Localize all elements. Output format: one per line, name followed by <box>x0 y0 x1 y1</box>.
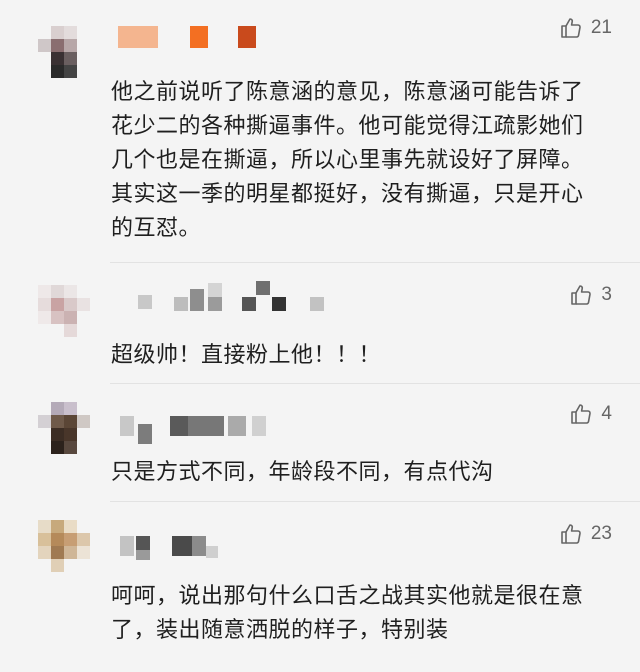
avatar[interactable] <box>38 520 90 572</box>
comment-text: 他之前说听了陈意涵的意见，陈意涵可能告诉了花少二的各种撕逼事件。他可能觉得江疏影… <box>111 80 584 241</box>
thumbs-up-icon <box>561 524 581 544</box>
like-count: 3 <box>601 284 612 305</box>
like-button[interactable]: 23 <box>559 522 612 546</box>
thumbs-up-icon <box>571 285 592 305</box>
like-count: 23 <box>590 523 612 544</box>
like-button[interactable]: 21 <box>559 16 612 40</box>
comment-item: 3 超级帅！直接粉上他！！！ <box>0 263 640 383</box>
comment-text: 呵呵，说出那句什么口舌之战其实他就是很在意了，装出随意洒脱的样子，特别装 <box>111 584 584 643</box>
username[interactable] <box>112 536 272 560</box>
username[interactable] <box>112 281 332 313</box>
like-count: 21 <box>590 17 612 38</box>
username[interactable] <box>112 26 272 48</box>
thumbs-up-icon <box>571 404 592 424</box>
comment-item: 4 只是方式不同，年龄段不同，有点代沟 <box>0 384 640 501</box>
avatar[interactable] <box>38 402 90 454</box>
avatar[interactable] <box>38 285 90 337</box>
comment-text: 只是方式不同，年龄段不同，有点代沟 <box>111 460 494 485</box>
comment-item: 21 他之前说听了陈意涵的意见，陈意涵可能告诉了花少二的各种撕逼事件。他可能觉得… <box>0 0 640 262</box>
like-button[interactable]: 4 <box>569 402 612 426</box>
comment-text: 超级帅！直接粉上他！！！ <box>111 343 382 368</box>
like-button[interactable]: 3 <box>569 283 612 307</box>
thumbs-up-icon <box>561 18 581 38</box>
comment-item: 23 呵呵，说出那句什么口舌之战其实他就是很在意了，装出随意洒脱的样子，特别装 <box>0 502 640 672</box>
avatar[interactable] <box>38 26 90 78</box>
like-count: 4 <box>601 403 612 424</box>
username[interactable] <box>112 416 272 444</box>
